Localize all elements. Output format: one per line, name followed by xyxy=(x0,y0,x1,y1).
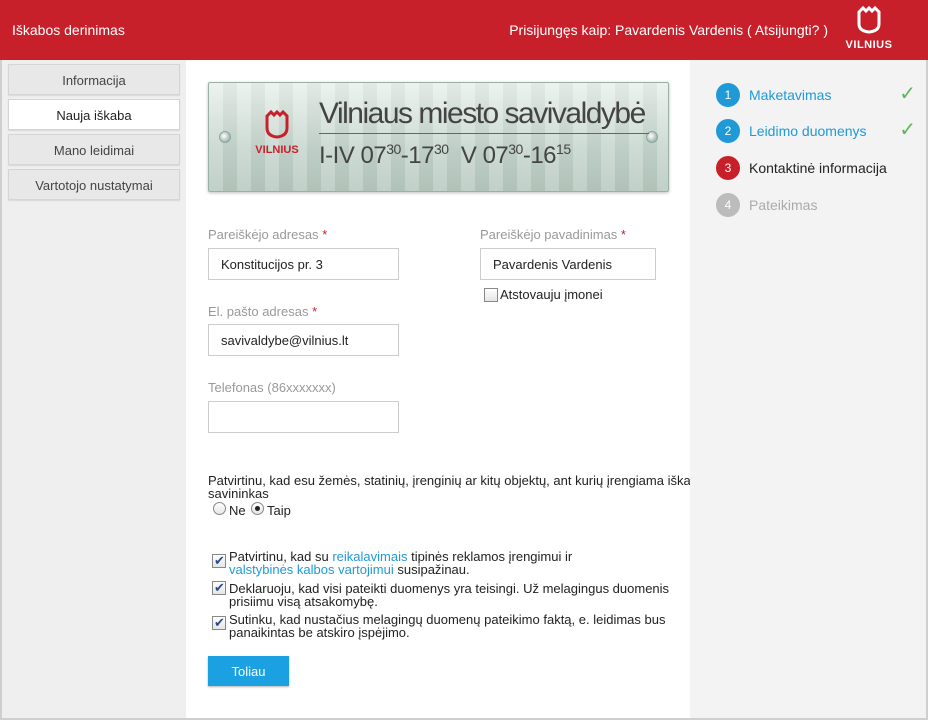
address-label: Pareiškėjo adresas * xyxy=(208,227,328,242)
owner-radio-no-label: Ne xyxy=(229,503,246,518)
vilnius-logo[interactable]: VILNIUS xyxy=(840,5,898,56)
login-text: Prisijungęs kaip: Pavardenis Vardenis ( xyxy=(509,22,752,38)
banner-logo-text: VILNIUS xyxy=(255,144,299,156)
phone-input[interactable] xyxy=(208,401,399,433)
logo-text: VILNIUS xyxy=(845,39,893,51)
vilnius-tower-logo-icon xyxy=(265,109,289,139)
logout-link[interactable]: Atsijungti? xyxy=(755,22,820,38)
sign-preview-banner: VILNIUS Vilniaus miesto savivaldybė I-IV… xyxy=(208,82,669,192)
email-label: El. pašto adresas * xyxy=(208,304,318,319)
banner-divider xyxy=(319,133,649,134)
language-usage-link[interactable]: valstybinės kalbos vartojimui xyxy=(229,562,394,577)
confirm-revocation-line2: panaikintas be atskiro įspėjimo. xyxy=(229,625,410,640)
name-input[interactable] xyxy=(480,248,656,280)
bolt-left-icon xyxy=(219,131,231,143)
name-label: Pareiškėjo pavadinimas * xyxy=(480,227,626,242)
next-button[interactable]: Toliau xyxy=(208,656,289,686)
step-label: Pateikimas xyxy=(749,197,818,213)
step-number: 3 xyxy=(716,156,740,180)
email-input[interactable] xyxy=(208,324,399,356)
company-checkbox-label: Atstovauju įmonei xyxy=(500,287,603,302)
step-maketavimas[interactable]: 1 Maketavimas ✓ xyxy=(716,83,916,109)
owner-radio-yes-label: Taip xyxy=(267,503,291,518)
address-input[interactable] xyxy=(208,248,399,280)
step-pateikimas: 4 Pateikimas xyxy=(716,193,916,219)
sidebar: Informacija Nauja iškaba Mano leidimai V… xyxy=(2,60,186,718)
step-number: 1 xyxy=(716,83,740,107)
top-header: Iškabos derinimas Prisijungęs kaip: Pava… xyxy=(0,0,928,60)
banner-hours: I-IV 0730-1730 V 0730-1615 xyxy=(319,141,571,169)
step-leidimo-duomenys[interactable]: 2 Leidimo duomenys ✓ xyxy=(716,119,916,145)
confirm-requirements-line2: valstybinės kalbos vartojimui susipažina… xyxy=(229,562,470,577)
confirm-data-true-checkbox[interactable] xyxy=(212,580,226,596)
step-number: 4 xyxy=(716,193,740,217)
check-icon: ✓ xyxy=(899,83,916,105)
owner-radio-yes[interactable] xyxy=(251,502,264,515)
company-checkbox[interactable] xyxy=(484,288,498,302)
step-label: Kontaktinė informacija xyxy=(749,160,887,176)
banner-logo: VILNIUS xyxy=(247,109,307,156)
confirm-data-true-line2: prisiimu visą atsakomybę. xyxy=(229,594,378,609)
sidebar-item-nauja-iskaba[interactable]: Nauja iškaba xyxy=(8,99,180,130)
step-number: 2 xyxy=(716,119,740,143)
owner-question-line2: savininkas xyxy=(208,486,269,501)
sidebar-item-informacija[interactable]: Informacija xyxy=(8,64,180,95)
sidebar-item-vartotojo-nustatymai[interactable]: Vartotojo nustatymai xyxy=(8,169,180,200)
app-title: Iškabos derinimas xyxy=(12,22,125,38)
step-kontaktine-informacija[interactable]: 3 Kontaktinė informacija xyxy=(716,156,916,182)
owner-radio-no[interactable] xyxy=(213,502,226,515)
vilnius-tower-logo-icon xyxy=(857,5,881,34)
sidebar-item-mano-leidimai[interactable]: Mano leidimai xyxy=(8,134,180,165)
phone-label: Telefonas (86xxxxxxx) xyxy=(208,380,336,395)
confirm-revocation-checkbox[interactable] xyxy=(212,615,226,631)
confirm-requirements-checkbox[interactable] xyxy=(212,553,226,569)
login-suffix: ) xyxy=(823,22,828,38)
banner-title: Vilniaus miesto savivaldybė xyxy=(319,97,646,130)
login-status: Prisijungęs kaip: Pavardenis Vardenis ( … xyxy=(509,22,828,38)
step-label: Maketavimas xyxy=(749,87,832,103)
owner-question-line1: Patvirtinu, kad esu žemės, statinių, įre… xyxy=(208,473,706,488)
progress-steps: 1 Maketavimas ✓ 2 Leidimo duomenys ✓ 3 K… xyxy=(690,60,926,718)
step-label: Leidimo duomenys xyxy=(749,123,867,139)
check-icon: ✓ xyxy=(899,119,916,141)
